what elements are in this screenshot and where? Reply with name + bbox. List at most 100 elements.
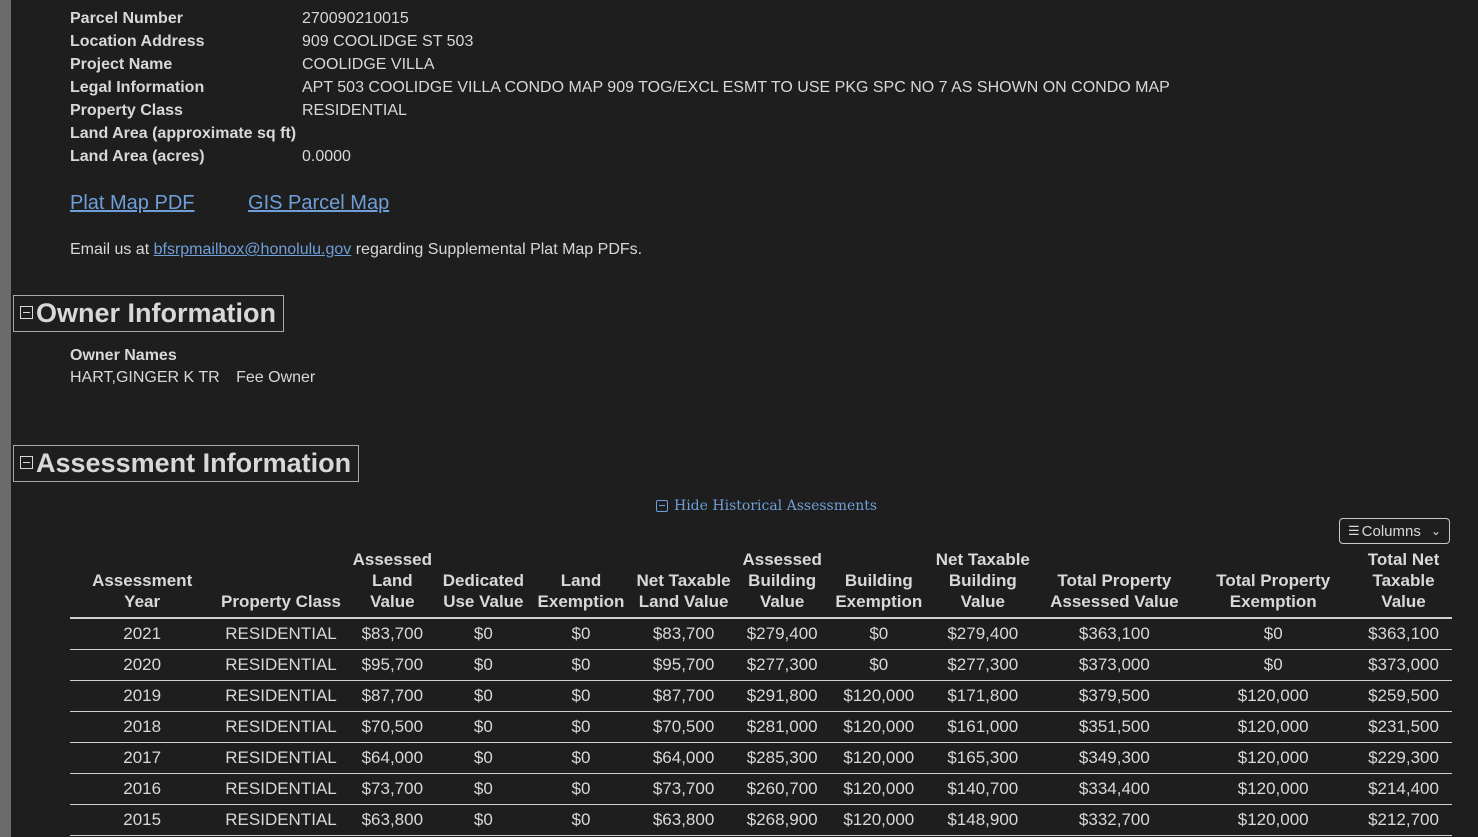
column-header[interactable]: Land Exemption <box>529 548 633 619</box>
info-row-legal: Legal Information APT 503 COOLIDGE VILLA… <box>70 76 1170 99</box>
chevron-down-icon: ⌄ <box>1430 524 1441 538</box>
table-cell: $0 <box>529 649 633 681</box>
column-header[interactable]: Dedicated Use Value <box>436 548 530 619</box>
table-cell: $259,500 <box>1355 680 1452 712</box>
table-cell: $0 <box>436 804 530 836</box>
table-cell: $140,700 <box>928 773 1038 805</box>
parcel-info: Parcel Number 270090210015 Location Addr… <box>70 7 1170 168</box>
column-header[interactable]: Property Class <box>214 548 348 619</box>
columns-label: Columns <box>1361 522 1421 540</box>
table-cell: $363,100 <box>1355 618 1452 650</box>
table-cell: 2015 <box>70 804 215 836</box>
left-scroll-edge <box>0 0 11 837</box>
hide-historical-assessments-link[interactable]: Hide Historical Assessments <box>656 498 877 514</box>
gis-parcel-map-link[interactable]: GIS Parcel Map <box>248 192 389 214</box>
table-cell: 2021 <box>70 618 215 650</box>
table-cell: $87,700 <box>347 680 437 712</box>
columns-button[interactable]: ☰ Columns ⌄ <box>1339 518 1450 544</box>
property-class-label: Property Class <box>70 101 183 119</box>
table-cell: $260,700 <box>734 773 830 805</box>
table-cell: $63,800 <box>347 804 437 836</box>
table-cell: $148,900 <box>928 804 1038 836</box>
table-cell: $281,000 <box>734 711 830 743</box>
parcel-number-label: Parcel Number <box>70 9 183 27</box>
table-cell: $0 <box>529 711 633 743</box>
collapse-icon[interactable] <box>20 456 33 469</box>
property-class-value: RESIDENTIAL <box>302 101 407 119</box>
column-header[interactable]: Total Property Exemption <box>1191 548 1356 619</box>
column-header[interactable]: Total Net Taxable Value <box>1355 548 1452 619</box>
table-cell: $120,000 <box>1191 804 1356 836</box>
owner-names-block: Owner Names HART,GINGER K TR Fee Owner <box>70 346 327 387</box>
info-row-land-acres: Land Area (acres) 0.0000 <box>70 145 1170 168</box>
table-cell: $332,700 <box>1037 804 1192 836</box>
hide-historical-label: Hide Historical Assessments <box>674 498 878 514</box>
table-cell: $379,500 <box>1037 680 1192 712</box>
info-row-location: Location Address 909 COOLIDGE ST 503 <box>70 30 1170 53</box>
info-row-land-sqft: Land Area (approximate sq ft) <box>70 122 1170 145</box>
table-cell: $120,000 <box>1191 711 1356 743</box>
owner-names-label: Owner Names <box>70 347 177 364</box>
column-header[interactable]: Assessed Building Value <box>734 548 830 619</box>
table-cell: $277,300 <box>734 649 830 681</box>
table-cell: $120,000 <box>829 804 929 836</box>
legal-information-value: APT 503 COOLIDGE VILLA CONDO MAP 909 TOG… <box>302 78 1170 96</box>
column-header[interactable]: Assessed Land Value <box>347 548 437 619</box>
table-cell: $277,300 <box>928 649 1038 681</box>
table-cell: $0 <box>436 618 530 650</box>
assessment-information-header[interactable]: Assessment Information <box>13 445 360 482</box>
table-cell: $73,700 <box>347 773 437 805</box>
table-cell: $0 <box>829 649 929 681</box>
table-cell: $229,300 <box>1355 742 1452 774</box>
table-cell: $0 <box>529 618 633 650</box>
table-cell: RESIDENTIAL <box>214 711 348 743</box>
column-header[interactable]: Net Taxable Building Value <box>928 548 1038 619</box>
owner-information-title: Owner Information <box>36 298 277 328</box>
land-area-sqft-label: Land Area (approximate sq ft) <box>70 124 297 142</box>
table-cell: $363,100 <box>1037 618 1192 650</box>
table-cell: $64,000 <box>632 742 735 774</box>
table-cell: $0 <box>529 773 633 805</box>
table-cell: $120,000 <box>1191 773 1356 805</box>
table-cell: $0 <box>529 804 633 836</box>
table-cell: $171,800 <box>928 680 1038 712</box>
table-cell: $120,000 <box>1191 680 1356 712</box>
table-header-row: Assessment Year Property Class Assessed La… <box>70 548 1452 619</box>
table-cell: RESIDENTIAL <box>214 742 348 774</box>
collapse-icon[interactable] <box>20 306 33 319</box>
table-cell: $0 <box>436 711 530 743</box>
table-cell: $291,800 <box>734 680 830 712</box>
table-row: 2021 RESIDENTIAL $83,700 $0 $0 $83,700 $279,40… <box>70 618 1452 650</box>
column-header[interactable]: Net Taxable Land Value <box>632 548 735 619</box>
email-link[interactable]: bfsrpmailbox@honolulu.gov <box>154 241 352 258</box>
owner-type: Fee Owner <box>236 369 316 386</box>
table-cell: $87,700 <box>632 680 735 712</box>
table-cell: $0 <box>529 742 633 774</box>
owner-information-header[interactable]: Owner Information <box>13 295 285 332</box>
table-cell: $70,500 <box>347 711 437 743</box>
column-header[interactable]: Building Exemption <box>829 548 929 619</box>
table-cell: $73,700 <box>632 773 735 805</box>
table-cell: $373,000 <box>1037 649 1192 681</box>
table-cell: $120,000 <box>1191 742 1356 774</box>
info-row-parcel-number: Parcel Number 270090210015 <box>70 7 1170 30</box>
table-cell: $285,300 <box>734 742 830 774</box>
column-header[interactable]: Total Property Assessed Value <box>1037 548 1192 619</box>
table-cell: $120,000 <box>829 742 929 774</box>
parcel-number-value: 270090210015 <box>302 9 409 27</box>
table-cell: $83,700 <box>347 618 437 650</box>
plat-map-pdf-link[interactable]: Plat Map PDF <box>70 192 194 214</box>
project-name-value: COOLIDGE VILLA <box>302 55 435 73</box>
owner-row: HART,GINGER K TR Fee Owner <box>70 369 327 387</box>
table-cell: $0 <box>829 618 929 650</box>
table-cell: $351,500 <box>1037 711 1192 743</box>
assessment-table: Assessment Year Property Class Assessed La… <box>70 548 1452 836</box>
column-header[interactable]: Assessment Year <box>70 548 215 619</box>
table-cell: $268,900 <box>734 804 830 836</box>
table-cell: $83,700 <box>632 618 735 650</box>
table-cell: $231,500 <box>1355 711 1452 743</box>
land-area-acres-label: Land Area (acres) <box>70 147 205 165</box>
table-cell: $70,500 <box>632 711 735 743</box>
table-cell: $214,400 <box>1355 773 1452 805</box>
table-cell: $0 <box>1191 618 1356 650</box>
